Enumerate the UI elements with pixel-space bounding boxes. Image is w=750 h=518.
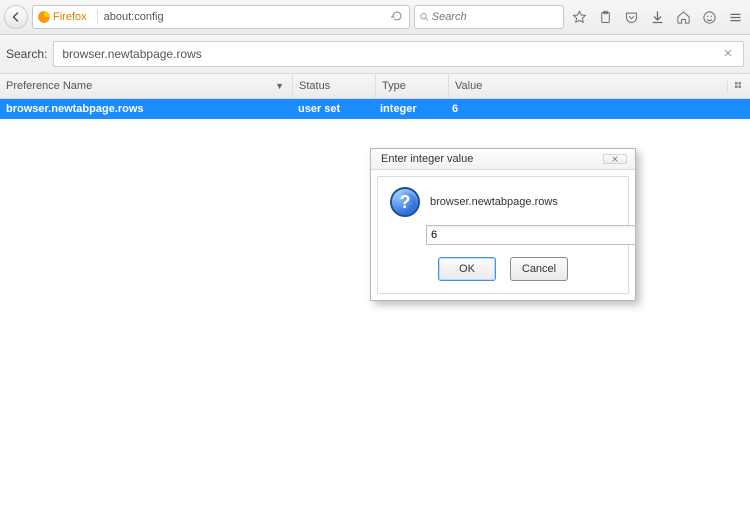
star-icon[interactable] bbox=[568, 6, 590, 28]
integer-dialog: Enter integer value ? browser.newtabpage… bbox=[370, 148, 636, 301]
dialog-body: ? browser.newtabpage.rows OK Cancel bbox=[377, 176, 629, 294]
dialog-value-input[interactable] bbox=[426, 225, 636, 245]
row-value: 6 bbox=[452, 103, 458, 115]
browser-toolbar: Firefox bbox=[0, 0, 750, 35]
firefox-label: Firefox bbox=[53, 11, 87, 23]
column-picker-icon[interactable] bbox=[727, 80, 750, 92]
config-search-row: Search: bbox=[0, 35, 750, 74]
row-pref-name: browser.newtabpage.rows bbox=[6, 103, 144, 115]
header-type[interactable]: Type bbox=[376, 74, 449, 98]
row-type: integer bbox=[380, 103, 417, 115]
header-value-label: Value bbox=[455, 80, 482, 92]
dialog-title-text: Enter integer value bbox=[381, 153, 473, 165]
clipboard-icon[interactable] bbox=[594, 6, 616, 28]
dialog-close-button[interactable] bbox=[603, 154, 627, 164]
cancel-button[interactable]: Cancel bbox=[510, 257, 568, 281]
reload-icon[interactable] bbox=[389, 10, 405, 25]
menu-icon[interactable] bbox=[724, 6, 746, 28]
config-search-label: Search: bbox=[6, 47, 47, 61]
search-input[interactable] bbox=[430, 10, 559, 24]
search-icon bbox=[419, 11, 430, 23]
search-bar[interactable] bbox=[414, 5, 564, 29]
header-value[interactable]: Value bbox=[449, 74, 727, 98]
address-input[interactable] bbox=[102, 10, 389, 24]
separator bbox=[97, 10, 98, 24]
smiley-icon[interactable] bbox=[698, 6, 720, 28]
question-icon: ? bbox=[390, 187, 420, 217]
table-row[interactable]: browser.newtabpage.rows user set integer… bbox=[0, 99, 750, 119]
firefox-icon bbox=[37, 10, 51, 24]
downloads-icon[interactable] bbox=[646, 6, 668, 28]
close-icon bbox=[610, 155, 620, 163]
back-button[interactable] bbox=[4, 5, 28, 29]
ok-button-label: OK bbox=[459, 263, 475, 275]
config-search-box[interactable] bbox=[53, 41, 744, 67]
address-bar[interactable]: Firefox bbox=[32, 5, 410, 29]
header-pref-name[interactable]: Preference Name ▼ bbox=[0, 74, 293, 98]
header-status[interactable]: Status bbox=[293, 74, 376, 98]
table-header: Preference Name ▼ Status Type Value bbox=[0, 74, 750, 99]
ok-button[interactable]: OK bbox=[438, 257, 496, 281]
header-status-label: Status bbox=[299, 80, 330, 92]
row-status: user set bbox=[298, 103, 340, 115]
header-type-label: Type bbox=[382, 80, 406, 92]
sort-arrow-icon: ▼ bbox=[275, 81, 284, 91]
config-search-input[interactable] bbox=[60, 46, 719, 62]
clear-search-icon[interactable] bbox=[719, 47, 737, 61]
dialog-pref-name: browser.newtabpage.rows bbox=[430, 196, 558, 208]
cancel-button-label: Cancel bbox=[522, 263, 556, 275]
pocket-icon[interactable] bbox=[620, 6, 642, 28]
header-pref-name-label: Preference Name bbox=[6, 80, 92, 92]
home-icon[interactable] bbox=[672, 6, 694, 28]
dialog-titlebar: Enter integer value bbox=[371, 149, 635, 170]
